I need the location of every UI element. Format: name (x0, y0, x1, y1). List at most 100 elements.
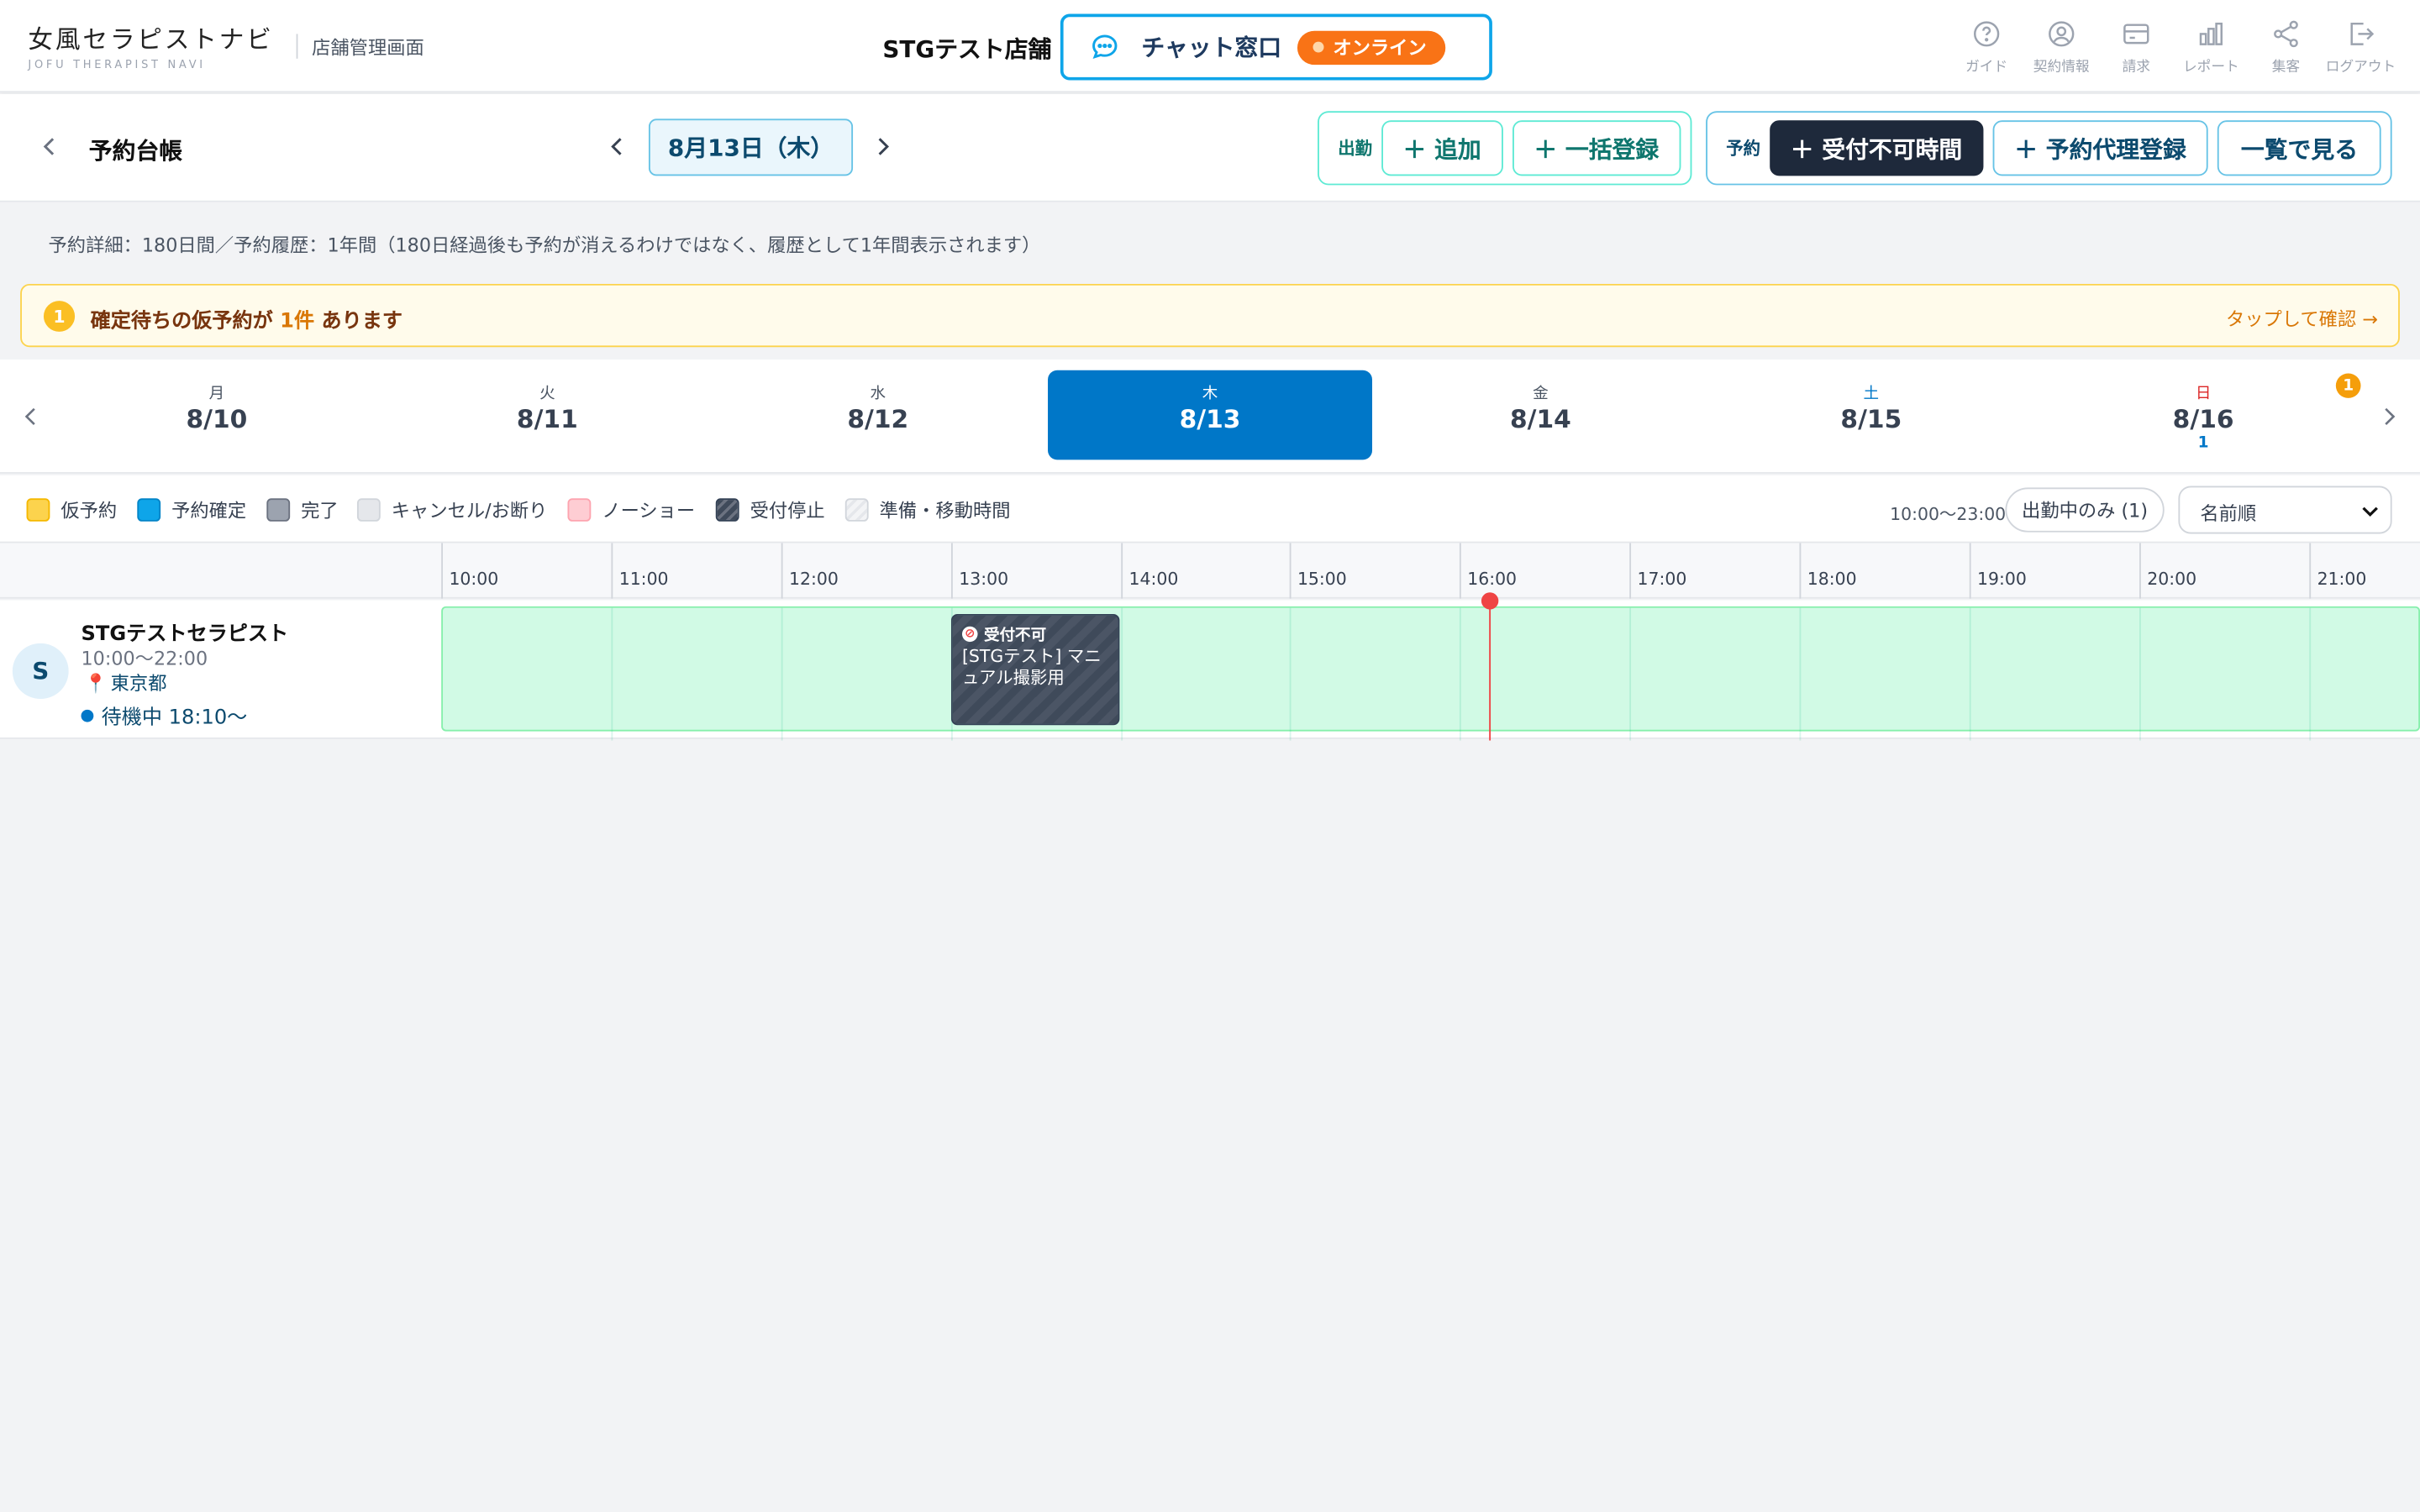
day-tab-thu-selected[interactable]: 木 8/13 (1048, 370, 1373, 460)
hour-gridline (2139, 607, 2141, 747)
chat-bubble-icon (1092, 34, 1118, 59)
day-tab-sat[interactable]: 土 8/15 (1709, 370, 2033, 460)
logo[interactable]: 女風セラピストナビ JOFU THERAPIST NAVI (28, 18, 273, 71)
nav-label: 契約情報 (2033, 60, 2090, 76)
nav-report[interactable]: レポート (2174, 18, 2249, 76)
nav-guide[interactable]: ガイド (1949, 18, 2024, 76)
time-range-label: 10:00〜23:00 (1890, 504, 2007, 525)
alert-message: 確定待ちの仮予約が 1件 あります (91, 304, 402, 333)
hour-label: 12:00 (788, 569, 839, 590)
legend-label: 準備・移動時間 (879, 500, 1011, 522)
legend-stopped: 受付停止 (715, 496, 825, 522)
legend-label: キャンセル/お断り (391, 500, 548, 522)
app-root: 女風セラピストナビ JOFU THERAPIST NAVI 店舗管理画面 STG… (0, 0, 2420, 1512)
nav-marketing[interactable]: 集客 (2249, 18, 2323, 76)
nav-label: 請求 (2122, 60, 2151, 76)
reservation-group: 予約 ＋ 受付不可時間 ＋ 予約代理登録 一覧で見る (1706, 111, 2392, 186)
hour-tick: 14:00 (1121, 543, 1178, 599)
nav-contract[interactable]: 契約情報 (2024, 18, 2099, 76)
back-chevron-icon[interactable] (38, 134, 63, 159)
pending-count-badge: 1 (2335, 373, 2361, 398)
current-time-line (1489, 600, 1491, 741)
hour-label: 15:00 (1297, 569, 1347, 590)
attendance-group-label: 出勤 (1338, 139, 1373, 160)
sort-select[interactable]: 名前順 (2178, 486, 2392, 534)
hour-label: 10:00 (449, 569, 499, 590)
legend-complete: 完了 (266, 496, 339, 522)
map-pin-icon: 📍 (84, 671, 108, 694)
day-tab-wed[interactable]: 水 8/12 (716, 370, 1040, 460)
alert-confirm-link[interactable]: タップして確認 → (2226, 306, 2378, 332)
chat-window-button[interactable]: チャット窓口 オンライン (1060, 13, 1492, 81)
hour-gridline (1799, 607, 1802, 747)
date-picker[interactable]: 8月13日（木） (648, 118, 854, 176)
legend-noshow: ノーショー (567, 496, 695, 522)
legend-swatch (715, 498, 739, 522)
nav-label: レポート (2182, 60, 2239, 76)
hour-gridline (781, 607, 783, 747)
therapist-row: S STGテストセラピスト 10:00〜22:00 📍 東京都 待機中 18:10… (0, 600, 2420, 747)
retention-note: 予約詳細：180日間／予約履歴：1年間（180日経過後も予約が消えるわけではなく… (48, 234, 1041, 256)
nav-logout[interactable]: ログアウト (2323, 18, 2398, 76)
help-circle-icon (1974, 21, 2000, 47)
next-date-chevron-icon[interactable] (870, 134, 895, 159)
hour-tick: 12:00 (781, 543, 839, 599)
hour-tick: 10:00 (441, 543, 498, 599)
empty-area (0, 740, 2420, 1512)
bar-chart-icon (2199, 22, 2223, 45)
day-weekday: 月 (208, 386, 225, 403)
legend-label: 仮予約 (60, 500, 118, 522)
day-tab-sun[interactable]: 日 8/16 1 (2041, 370, 2365, 460)
logo-subtitle: JOFU THERAPIST NAVI (28, 58, 206, 71)
therapist-status-label: 待機中 18:10〜 (101, 706, 248, 730)
hour-label: 14:00 (1128, 569, 1179, 590)
attendance-group: 出勤 ＋ 追加 ＋ 一括登録 (1318, 111, 1692, 186)
hour-gridline (1459, 607, 1461, 747)
hour-tick: 13:00 (950, 543, 1008, 599)
page-title: 予約台帳 (88, 137, 183, 165)
shift-bar[interactable] (441, 606, 2420, 747)
view-list-button[interactable]: 一覧で見る (2217, 120, 2381, 176)
admin-label: 店舗管理画面 (312, 37, 424, 59)
nav-billing[interactable]: 請求 (2099, 18, 2174, 76)
hour-gridline (1289, 607, 1292, 747)
legend-bar: 仮予約 予約確定 完了 キャンセル/お断り ノーショー 受付停止 準備・移動時間… (0, 475, 2420, 543)
alert-count: 1件 (280, 310, 315, 333)
bulk-register-button[interactable]: ＋ 一括登録 (1512, 120, 1681, 176)
chat-label: チャット窓口 (1141, 34, 1282, 62)
legend-label: 受付停止 (750, 500, 825, 522)
day-tab-tue[interactable]: 火 8/11 (385, 370, 709, 460)
chevron-down-icon (2362, 507, 2378, 517)
on-duty-filter-button[interactable]: 出勤中のみ (1) (2005, 487, 2165, 533)
add-attendance-button[interactable]: ＋ 追加 (1381, 120, 1503, 176)
hour-gridline (611, 607, 613, 747)
hour-gridline (1969, 607, 1971, 747)
legend-swatch (567, 498, 592, 522)
therapist-name[interactable]: STGテストセラピスト (81, 617, 288, 647)
day-tab-fri[interactable]: 金 8/14 (1378, 370, 1702, 460)
legend-tentative: 仮予約 (26, 496, 118, 522)
legend-confirmed: 予約確定 (137, 496, 246, 522)
next-week-chevron-icon[interactable] (2376, 404, 2402, 428)
day-tab-mon[interactable]: 月 8/10 (55, 370, 379, 460)
status-dot-icon (81, 708, 94, 722)
hour-gridline (1629, 607, 1632, 747)
header-nav: ガイド 契約情報 請求 レポート 集客 ログアウト (1949, 18, 2398, 76)
therapist-status: 待機中 18:10〜 (81, 701, 247, 730)
legend-swatch (26, 498, 50, 522)
unavailable-time-button[interactable]: ＋ 受付不可時間 (1770, 120, 1983, 176)
unavailable-time-block[interactable]: ⊘ 受付不可 [STGテスト] マニュアル撮影用 (950, 614, 1120, 726)
logo-title: 女風セラピストナビ (28, 24, 274, 55)
prev-date-chevron-icon[interactable] (605, 134, 630, 159)
pending-reservation-alert[interactable]: 1 確定待ちの仮予約が 1件 あります タップして確認 → (20, 283, 2400, 348)
hour-tick: 19:00 (1969, 543, 2027, 599)
proxy-register-button[interactable]: ＋ 予約代理登録 (1991, 120, 2209, 176)
online-label: オンライン (1333, 37, 1427, 59)
nav-label: 集客 (2271, 60, 2301, 76)
prev-week-chevron-icon[interactable] (18, 404, 44, 428)
hour-gridline (2309, 607, 2312, 747)
day-weekday: 日 (2195, 386, 2212, 403)
day-date: 8/14 (1510, 404, 1571, 434)
user-circle-icon (2049, 21, 2075, 47)
therapist-avatar[interactable]: S (12, 643, 69, 700)
